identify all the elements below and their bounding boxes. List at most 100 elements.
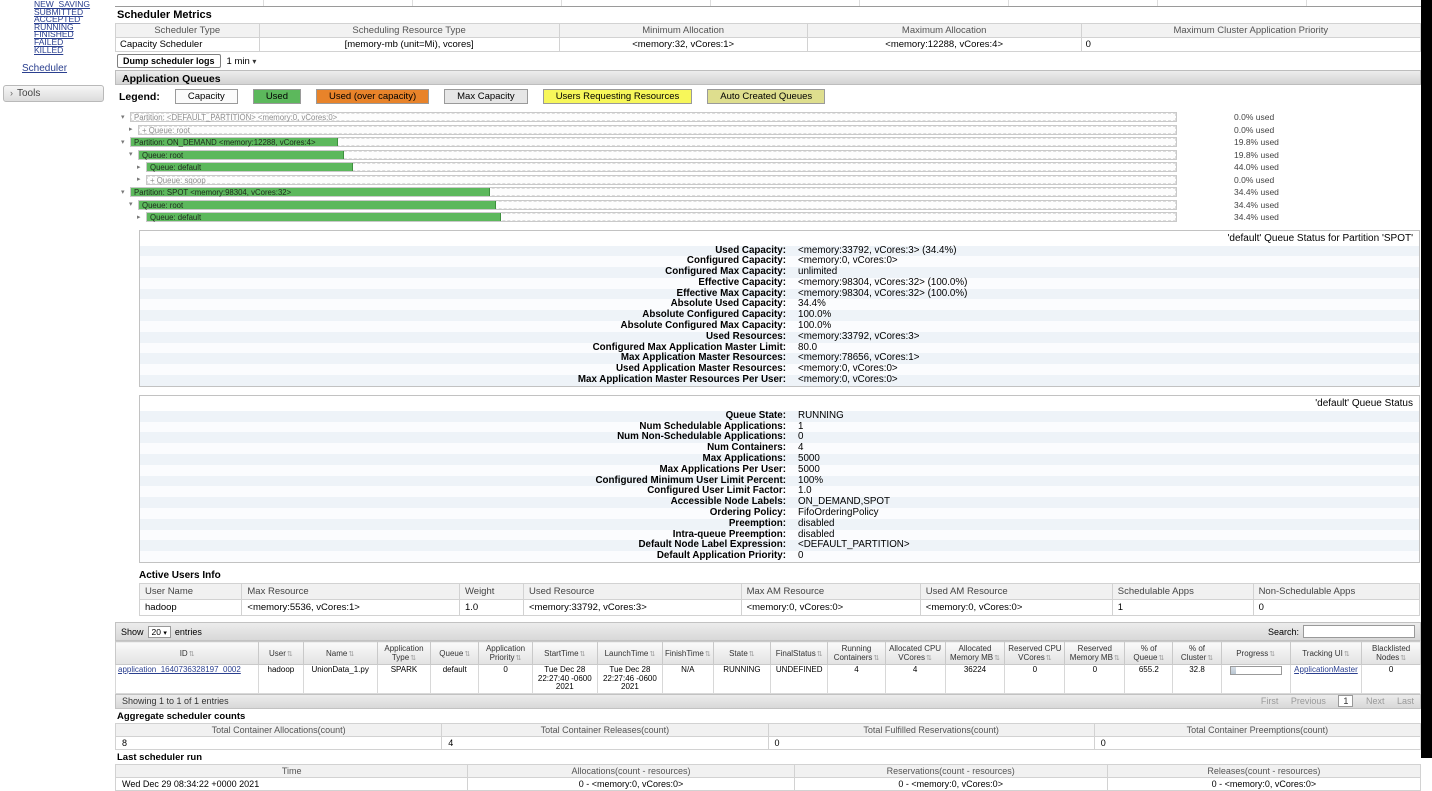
- metrics-column-header: Minimum Allocation: [558, 23, 808, 38]
- last-run-column-header: Reservations(count - resources): [793, 763, 1108, 778]
- aggregate-values-row: 8400: [114, 735, 1422, 750]
- applications-column-header[interactable]: Reserved CPU VCores⇅: [1004, 641, 1066, 666]
- collapse-icon[interactable]: ▾: [129, 200, 138, 209]
- pagination-next[interactable]: Next: [1366, 696, 1385, 706]
- sort-icon: ⇅: [748, 650, 755, 658]
- dump-interval-select[interactable]: 1 min ▾: [227, 56, 257, 67]
- applications-toolbar: Show 20 ▾ entries Search:: [115, 622, 1421, 642]
- applications-column-header[interactable]: State⇅: [712, 641, 772, 666]
- expand-icon[interactable]: ▸: [137, 163, 146, 172]
- queue-capacity-bar[interactable]: + Queue: root: [138, 124, 1177, 135]
- sidebar-tools-toggle[interactable]: › Tools: [3, 85, 104, 103]
- active-users-column-header: Weight: [458, 583, 524, 601]
- application-cell: hadoop: [258, 664, 304, 694]
- applications-column-header[interactable]: StartTime⇅: [531, 641, 598, 666]
- collapse-icon[interactable]: ▾: [121, 188, 130, 197]
- applications-column-header[interactable]: Progress⇅: [1220, 641, 1291, 666]
- application-cell: RUNNING: [712, 664, 772, 694]
- application-id-link[interactable]: application_1640736328197_0002: [118, 665, 241, 674]
- sidebar-item-killed[interactable]: KILLED: [34, 46, 112, 55]
- pagination-page-1[interactable]: 1: [1338, 695, 1354, 708]
- applications-column-header[interactable]: Blacklisted Nodes⇅: [1361, 641, 1421, 666]
- metrics-column-header: Maximum Cluster Application Priority: [1080, 23, 1422, 38]
- applications-column-header[interactable]: Allocated Memory MB⇅: [944, 641, 1006, 666]
- queue-label: Queue: default: [150, 213, 202, 223]
- queue-capacity-bar[interactable]: Queue: root: [138, 149, 1177, 160]
- sidebar-item-scheduler[interactable]: Scheduler: [22, 63, 67, 74]
- queue-used-percent: 0.0% used: [1234, 124, 1275, 135]
- sort-icon: ⇅: [1113, 655, 1120, 663]
- queue-capacity-bar[interactable]: Partition: SPOT <memory:98304, vCores:32…: [130, 187, 1177, 198]
- applications-column-header[interactable]: Queue⇅: [430, 641, 480, 666]
- sidebar: NEW_SAVING SUBMITTED ACCEPTED RUNNING FINISH…: [0, 0, 112, 103]
- screen-edge: [1421, 0, 1432, 758]
- queue-label: + Queue: sqoop: [150, 175, 206, 185]
- applications-column-header[interactable]: FinalStatus⇅: [770, 641, 829, 666]
- applications-column-header[interactable]: Running Containers⇅: [827, 641, 886, 666]
- queue-used-percent: 0.0% used: [1234, 112, 1275, 122]
- applications-column-header[interactable]: Application Priority⇅: [478, 641, 533, 666]
- applications-column-header[interactable]: Allocated CPU VCores⇅: [884, 641, 946, 666]
- queue-used-percent: 19.8% used: [1234, 149, 1279, 160]
- applications-column-header[interactable]: Tracking UI⇅: [1289, 641, 1363, 666]
- applications-column-header[interactable]: % of Cluster⇅: [1172, 641, 1222, 666]
- expand-icon[interactable]: ▸: [137, 213, 146, 222]
- aggregate-column-header: Total Container Preemptions(count): [1093, 722, 1422, 737]
- application-cell: 4: [827, 664, 886, 694]
- sort-icon: ⇅: [348, 650, 355, 658]
- dump-scheduler-logs-button[interactable]: Dump scheduler logs: [117, 54, 221, 68]
- applications-column-header[interactable]: Name⇅: [302, 641, 378, 666]
- queue-status-label: Default Application Priority:: [656, 550, 786, 562]
- queue-capacity-bar[interactable]: Queue: root: [138, 199, 1177, 210]
- expand-icon[interactable]: ▸: [137, 175, 146, 184]
- tracking-ui-link[interactable]: ApplicationMaster: [1294, 665, 1358, 674]
- queue-tree-row: ▸ Queue: default 34.4% used: [117, 211, 1421, 224]
- applications-column-header[interactable]: Reserved Memory MB⇅: [1064, 641, 1126, 666]
- pagination-last[interactable]: Last: [1397, 696, 1414, 706]
- collapse-icon[interactable]: ▾: [121, 138, 130, 147]
- pagination-previous[interactable]: Previous: [1291, 696, 1326, 706]
- aggregate-value-cell: 8: [114, 735, 443, 750]
- queue-capacity-bar[interactable]: Partition: ON_DEMAND <memory:12288, vCor…: [130, 137, 1177, 148]
- queue-label: Queue: root: [142, 200, 184, 210]
- collapse-icon[interactable]: ▾: [129, 150, 138, 159]
- applications-column-header[interactable]: Application Type⇅: [376, 641, 432, 666]
- queue-capacity-bar[interactable]: + Queue: sqoop: [146, 174, 1177, 185]
- last-run-column-header: Allocations(count - resources): [467, 763, 795, 778]
- application-cell: UNDEFINED: [770, 664, 829, 694]
- max-capacity-dashed-outline: [147, 175, 1176, 184]
- queue-tree-row: ▾ Partition: <DEFAULT_PARTITION> <memory:…: [117, 111, 1421, 124]
- metrics-cell: <memory:12288, vCores:4>: [806, 37, 1082, 52]
- metrics-header-row: Scheduler Type Scheduling Resource Type Mi…: [115, 23, 1422, 38]
- active-user-row: hadoop <memory:5536, vCores:1> 1.0 <memory:…: [138, 599, 1421, 617]
- queue-used-fill: [139, 200, 496, 209]
- applications-column-header[interactable]: ID⇅: [114, 641, 260, 666]
- pagination-first[interactable]: First: [1261, 696, 1279, 706]
- scheduler-metrics-title: Scheduler Metrics: [117, 9, 212, 21]
- sort-icon: ⇅: [994, 655, 1000, 663]
- applications-column-header[interactable]: LaunchTime⇅: [596, 641, 663, 666]
- queue-capacity-bar[interactable]: Queue: default: [146, 162, 1177, 173]
- collapse-icon[interactable]: ▾: [121, 113, 130, 122]
- queue-tree-row: ▾ Queue: root 34.4% used: [117, 199, 1421, 212]
- applications-column-header[interactable]: % of Queue⇅: [1124, 641, 1174, 666]
- applications-column-header[interactable]: User⇅: [258, 641, 304, 666]
- chevron-down-icon: ▾: [252, 56, 257, 66]
- application-cell: 0: [1361, 664, 1421, 694]
- metrics-cell: 0: [1080, 37, 1422, 52]
- queue-used-percent: 19.8% used: [1234, 137, 1279, 147]
- queue-capacity-bar[interactable]: Queue: default: [146, 212, 1177, 223]
- active-user-cell: <memory:5536, vCores:1>: [241, 599, 460, 617]
- spot-panel-title: 'default' Queue Status for Partition 'SP…: [1227, 232, 1413, 244]
- search-input[interactable]: [1303, 625, 1415, 639]
- queue-tree-row: ▾ Partition: SPOT <memory:98304, vCores:3…: [117, 186, 1421, 199]
- page-size-select[interactable]: 20 ▾: [147, 625, 171, 638]
- expand-icon[interactable]: ▸: [129, 125, 138, 134]
- application-cell: UnionData_1.py: [302, 664, 378, 694]
- queue-capacity-bar[interactable]: Partition: <DEFAULT_PARTITION> <memory:0…: [130, 112, 1177, 123]
- queue-status-label: Preemption:: [728, 517, 786, 529]
- aggregate-column-header: Total Fulfilled Reservations(count): [767, 722, 1095, 737]
- sort-icon: ⇅: [515, 655, 522, 663]
- queue-status-value: 0: [798, 550, 804, 562]
- applications-column-header[interactable]: FinishTime⇅: [661, 641, 714, 666]
